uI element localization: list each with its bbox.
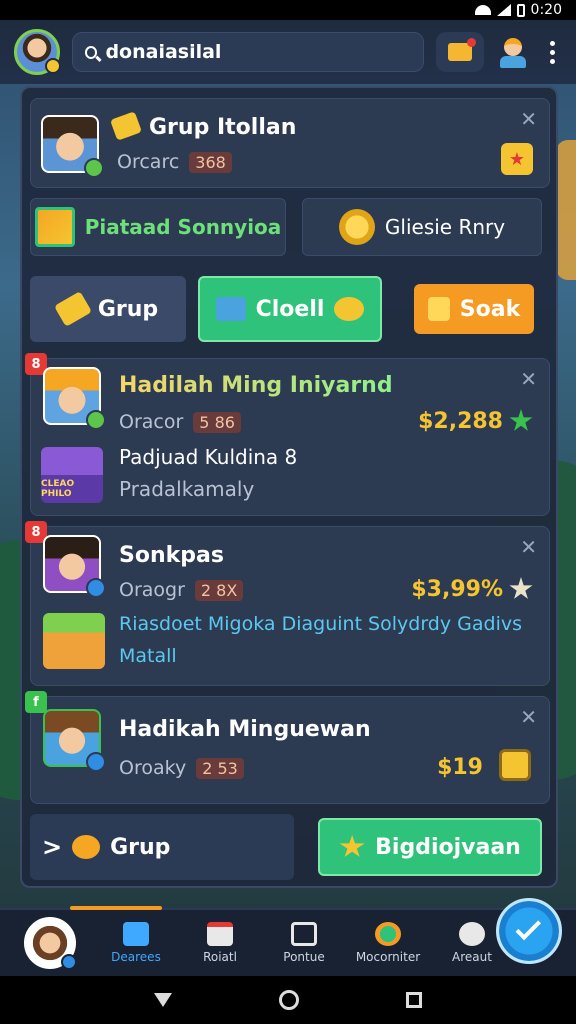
item-line-2: Pradalkamaly [119,477,255,501]
list-item[interactable]: 8 Sonkpas Oraogr 2 8X $3,99% ✕ Riasdoet … [25,521,550,686]
main-panel: Grup Itollan Orcarc 368 ✕ ★ Piataad Sonn… [20,86,558,888]
battery-icon [516,3,525,17]
system-nav-bar [0,976,576,1024]
nav-item-roiatl[interactable]: Roiatl [178,922,262,964]
card-icon [215,297,246,321]
active-indicator [70,906,162,910]
item-line-1: Padjuad Kuldina 8 [119,445,298,469]
check-fab-button[interactable] [496,898,562,964]
item-price: $2,288 [418,409,503,434]
star-icon [339,835,365,857]
level-badge [45,58,61,74]
nav-item-dearees[interactable]: Dearees [94,922,178,964]
settings-icon [459,922,485,946]
mail-icon [448,38,476,61]
bottom-nav: Dearees Roiatl Pontue Mocorniter Areaut [0,908,576,976]
close-icon[interactable]: ✕ [520,707,537,727]
user-avatar[interactable] [14,29,61,75]
coins-icon [334,297,365,321]
silver-star-icon [509,577,533,599]
nav-item-mocorniter[interactable]: Mocorniter [346,922,430,964]
search-icon [85,45,98,59]
coin-action-button[interactable]: Gliesie Rnry [302,198,542,256]
list-item[interactable]: f Hadikah Minguewan Oroaky 2 53 $19 ✕ [25,691,550,804]
calendar-icon [207,922,233,946]
item-price: $19 [437,755,483,780]
item-avatar [43,709,106,772]
list-item[interactable]: 8 Hadilah Ming Iniyarnd Oracor 5 86 $2,2… [25,353,550,516]
tab-soak[interactable]: Soak [414,284,534,334]
close-icon[interactable]: ✕ [520,537,537,557]
hand-icon [53,291,92,327]
group-card[interactable]: Grup Itollan Orcarc 368 ✕ ★ [30,98,550,188]
back-icon[interactable] [153,993,172,1007]
green-star-icon [509,409,533,431]
camera-icon [291,922,317,946]
group-avatar [41,115,104,178]
item-price: $3,99% [411,577,503,602]
item-avatar [43,367,106,430]
group-title: Grup Itollan [149,115,297,140]
coin-icon [338,209,375,245]
star-sticker-icon [110,111,142,141]
puzzle-icon [72,835,101,859]
gift-box-icon [34,207,75,247]
gift-action-button[interactable]: Piataad Sonnyioa [30,198,286,256]
crate-icon [43,613,105,669]
signal-icon [496,4,511,16]
notification-tag: f [25,691,47,713]
item-line-2: Matall [119,645,177,667]
item-meta: Oracor 5 86 [119,411,241,433]
mail-button[interactable] [436,32,484,72]
treasure-box-icon: CLEAO PHILO [41,447,103,503]
item-meta: Oraogr 2 8X [119,579,244,601]
status-time: 0:20 [530,2,562,18]
top-bar [0,20,576,84]
brush-icon [427,297,450,321]
profile-avatar[interactable] [24,917,77,970]
monitor-icon [375,922,401,946]
check-icon [515,914,542,941]
item-title: Hadikah Minguewan [119,717,371,742]
badge-star-icon[interactable]: ★ [501,143,533,175]
claim-button[interactable]: Bigdiojvaan [318,818,542,876]
tab-grup[interactable]: Grup [30,276,186,342]
more-menu-icon[interactable] [542,40,562,64]
item-meta: Oroaky 2 53 [119,757,244,779]
close-icon[interactable]: ✕ [520,369,537,389]
recents-icon[interactable] [406,992,423,1008]
wifi-icon [474,5,491,15]
home-button-icon[interactable] [278,990,299,1010]
item-title: Sonkpas [119,543,224,568]
search-bar[interactable] [72,32,424,72]
home-icon [123,922,149,946]
tab-cloell[interactable]: Cloell [198,276,382,342]
gold-shield-icon [499,749,531,781]
item-line-1: Riasdoet Migoka Diaguint Solydrdy Gadivs [119,613,522,635]
item-avatar [43,535,106,598]
group-meta: Orcarc 368 [117,151,232,173]
close-icon[interactable]: ✕ [520,109,537,129]
chevron-right-icon: > [42,833,63,861]
search-input[interactable] [105,41,411,63]
grup-footer-button[interactable]: > Grup [30,814,294,880]
nav-item-pontue[interactable]: Pontue [262,922,346,964]
status-bar: 0:20 [0,0,576,20]
item-title: Hadilah Ming Iniyarnd [119,373,393,398]
builder-icon[interactable] [496,34,530,70]
